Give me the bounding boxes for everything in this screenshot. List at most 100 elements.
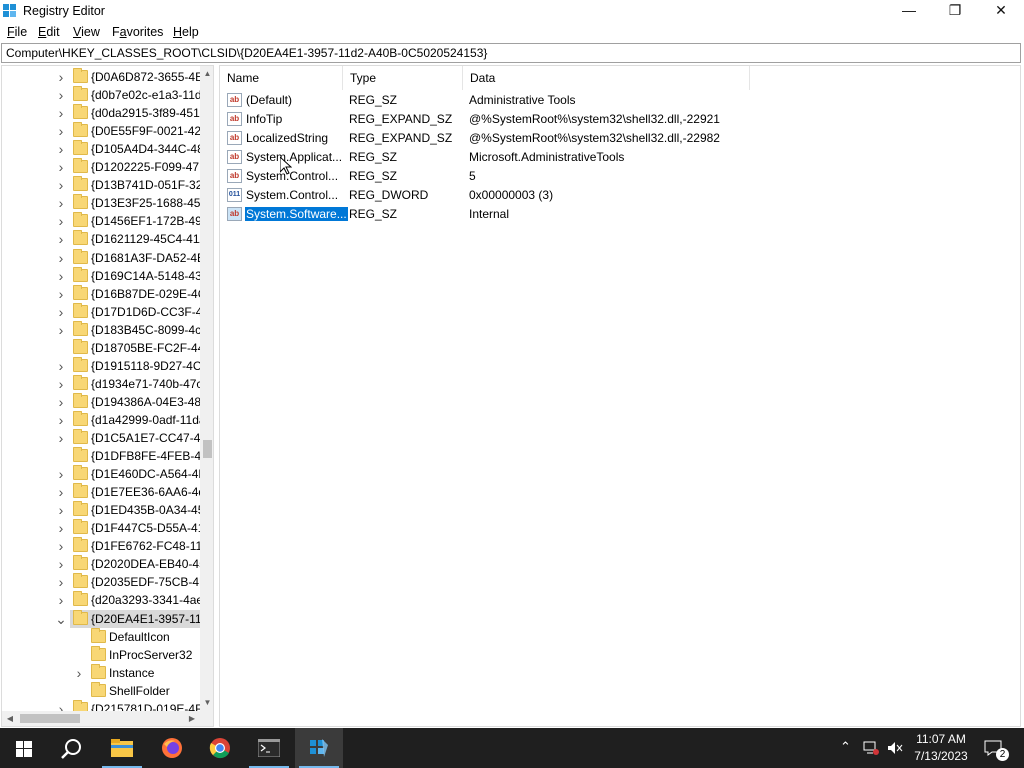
tree-key-item[interactable]: › {D105A4D4-344C-48 <box>2 140 204 158</box>
tree-key-item[interactable]: › {D1621129-45C4-41A <box>2 230 208 248</box>
chevron-right-icon[interactable]: › <box>55 196 67 210</box>
column-header-data[interactable]: Data <box>463 66 750 90</box>
tree-vertical-scroll-thumb[interactable] <box>203 440 212 458</box>
menu-view[interactable]: View <box>73 25 100 39</box>
tree-key-item[interactable]: › {D1456EF1-172B-49C <box>2 212 210 230</box>
tree-key-item[interactable]: ⌄ {D20EA4E1-3957-11d <box>55 609 208 628</box>
chevron-right-icon[interactable]: › <box>55 593 67 607</box>
tree-subkey-item[interactable]: InProcServer32 <box>2 645 202 664</box>
scroll-down-icon[interactable]: ▼ <box>200 695 213 711</box>
tree-key-item[interactable]: › {D1915118-9D27-4C6 <box>2 356 208 375</box>
values-list-pane[interactable]: Name Type Data ab (Default) REG_SZ Administ… <box>219 65 1021 727</box>
tree-key-item[interactable]: {D18705BE-FC2F-44C <box>2 338 213 357</box>
tree-key-item[interactable]: › {D183B45C-8099-4cc <box>2 320 207 339</box>
chevron-right-icon[interactable]: › <box>55 431 67 445</box>
scroll-up-icon[interactable]: ▲ <box>200 66 213 82</box>
tree-key-item[interactable]: › {d0b7e02c-e1a3-11d <box>2 86 202 104</box>
menu-favorites[interactable]: Favorites <box>112 25 163 39</box>
tree-horizontal-scrollbar[interactable]: ◀ ▶ <box>2 711 200 726</box>
chevron-right-icon[interactable]: › <box>55 269 67 283</box>
tree-key-item[interactable]: › {D17D1D6D-CC3F-48 <box>2 302 209 321</box>
show-hidden-icons-button[interactable]: ⌃ <box>836 728 856 768</box>
tree-key-item[interactable]: › {D169C14A-5148-432 <box>2 266 208 285</box>
minimize-button[interactable]: — <box>886 0 932 23</box>
registry-value-row[interactable]: ab (Default) REG_SZ Administrative Tools <box>224 91 1004 110</box>
tree-key-item[interactable]: › {d0da2915-3f89-4519 <box>2 104 206 122</box>
scroll-left-icon[interactable]: ◀ <box>2 711 18 726</box>
chevron-right-icon[interactable]: › <box>55 287 67 301</box>
key-tree-pane[interactable]: › {D0A6D872-3655-4E5 › {d0b7e02c-e1a3-11d › {… <box>1 65 214 727</box>
chevron-right-icon[interactable]: › <box>55 232 67 246</box>
chevron-right-icon[interactable]: › <box>55 251 67 265</box>
chevron-right-icon[interactable]: › <box>55 359 67 373</box>
address-bar[interactable]: Computer\HKEY_CLASSES_ROOT\CLSID\{D20EA4… <box>1 43 1021 63</box>
tree-key-item[interactable]: › {D1681A3F-DA52-4B <box>2 248 205 267</box>
file-explorer-button[interactable] <box>98 728 146 768</box>
tree-key-item[interactable]: › {D1F447C5-D55A-414 <box>2 519 211 537</box>
chevron-right-icon[interactable]: › <box>55 323 67 337</box>
chevron-right-icon[interactable]: › <box>73 666 85 680</box>
column-header-name[interactable]: Name <box>220 66 343 90</box>
volume-button[interactable] <box>884 728 906 768</box>
chevron-right-icon[interactable]: › <box>55 106 67 120</box>
tree-key-item[interactable]: › {D1E460DC-A564-4B <box>2 465 206 483</box>
menu-edit[interactable]: Edit <box>38 25 60 39</box>
chevron-right-icon[interactable]: › <box>55 124 67 138</box>
menu-file[interactable]: File <box>7 25 27 39</box>
registry-value-row[interactable]: 011 System.Control... REG_DWORD 0x00000003 … <box>224 186 1004 205</box>
chevron-right-icon[interactable]: › <box>55 142 67 156</box>
tree-subkey-item[interactable]: ShellFolder <box>2 681 202 700</box>
chrome-button[interactable] <box>196 728 244 768</box>
tree-key-item[interactable]: › {D2020DEA-EB40-45E <box>2 555 213 573</box>
tree-key-item[interactable]: › {D13E3F25-1688-45A <box>2 194 208 212</box>
chevron-right-icon[interactable]: › <box>55 521 67 535</box>
chevron-right-icon[interactable]: › <box>55 305 67 319</box>
chevron-right-icon[interactable]: › <box>55 395 67 409</box>
registry-value-row[interactable]: ab System.Control... REG_SZ 5 <box>224 167 1004 186</box>
tree-key-item[interactable]: › {D13B741D-051F-322 <box>2 176 209 194</box>
action-center-button[interactable]: 2 <box>978 728 1018 768</box>
chevron-right-icon[interactable]: › <box>55 413 67 427</box>
chevron-right-icon[interactable]: › <box>55 575 67 589</box>
tree-key-item[interactable]: › {D1C5A1E7-CC47-4E <box>2 429 208 447</box>
chevron-right-icon[interactable]: › <box>55 467 67 481</box>
chevron-right-icon[interactable]: › <box>55 160 67 174</box>
tree-key-item[interactable]: › {D1FE6762-FC48-11D <box>2 537 211 555</box>
tree-key-item[interactable]: › {D1E7EE36-6AA6-4dd <box>2 483 212 501</box>
system-clock[interactable]: 11:07 AM 7/13/2023 <box>906 731 976 765</box>
tree-key-item[interactable]: › {D194386A-04E3-481 <box>2 392 208 411</box>
chevron-right-icon[interactable]: › <box>55 503 67 517</box>
chevron-right-icon[interactable]: › <box>55 377 67 391</box>
chevron-right-icon[interactable]: › <box>55 70 67 84</box>
registry-value-row[interactable]: ab System.Software... REG_SZ Internal <box>224 205 1004 224</box>
tree-key-item[interactable]: › {d20a3293-3341-4ae8 <box>2 591 210 609</box>
menu-help[interactable]: Help <box>173 25 199 39</box>
firefox-button[interactable] <box>148 728 196 768</box>
tree-key-item[interactable]: › {D16B87DE-029E-4C8 <box>2 284 213 303</box>
chevron-right-icon[interactable]: › <box>55 485 67 499</box>
registry-value-row[interactable]: ab System.Applicat... REG_SZ Microsoft.Admi… <box>224 148 1004 167</box>
chevron-right-icon[interactable]: › <box>55 557 67 571</box>
column-header-type[interactable]: Type <box>343 66 463 90</box>
chevron-right-icon[interactable]: › <box>55 88 67 102</box>
tree-key-item[interactable]: › {D1202225-F099-47F <box>2 158 206 176</box>
tree-key-item[interactable]: › {D0A6D872-3655-4E5 <box>2 68 210 86</box>
scroll-right-icon[interactable]: ▶ <box>184 711 200 726</box>
registry-value-row[interactable]: ab InfoTip REG_EXPAND_SZ @%SystemRoot%\syst… <box>224 110 1004 129</box>
chevron-down-icon[interactable]: ⌄ <box>55 612 67 626</box>
chevron-right-icon[interactable]: › <box>55 539 67 553</box>
tree-key-item[interactable]: {D1DFB8FE-4FEB-412 <box>2 447 213 465</box>
tree-subkey-item[interactable]: › Instance <box>2 663 202 682</box>
terminal-button[interactable] <box>245 728 293 768</box>
tree-key-item[interactable]: › {D2035EDF-75CB-4EF <box>2 573 213 591</box>
tree-key-item[interactable]: › {D0E55F9F-0021-42fe <box>2 122 211 140</box>
start-button[interactable] <box>0 728 48 768</box>
tree-key-item[interactable]: › {d1a42999-0adf-11da <box>2 410 206 429</box>
registry-value-row[interactable]: ab LocalizedString REG_EXPAND_SZ @%SystemRo… <box>224 129 1004 148</box>
tree-horizontal-scroll-thumb[interactable] <box>20 714 80 723</box>
regedit-button[interactable] <box>295 728 343 768</box>
close-button[interactable]: ✕ <box>978 0 1024 23</box>
tree-key-item[interactable]: › {D1ED435B-0A34-459 <box>2 501 211 519</box>
network-status-button[interactable] <box>860 728 882 768</box>
maximize-button[interactable]: ❐ <box>932 0 978 23</box>
